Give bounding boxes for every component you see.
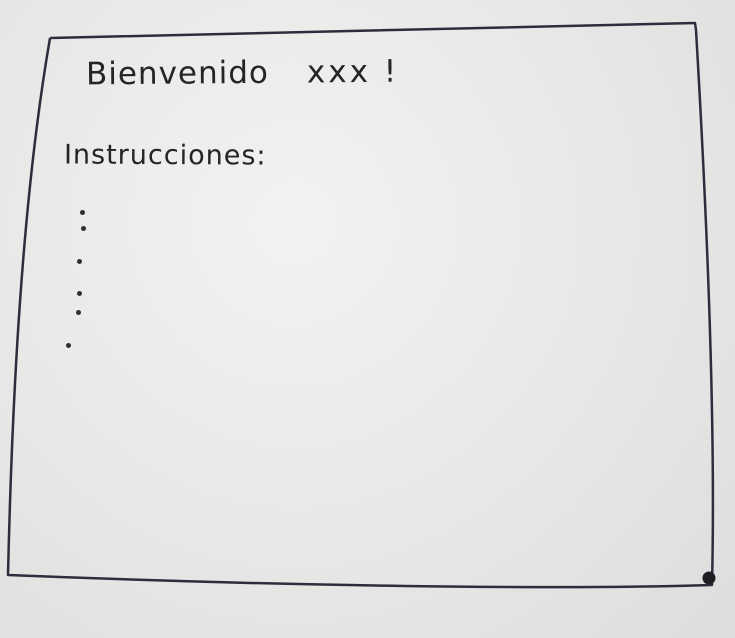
list-item-bullet [76,310,81,315]
instructions-label: Instrucciones: [63,139,267,172]
welcome-text: Bienvenido [85,54,270,93]
welcome-heading: Bienvenido xxx ! [86,54,400,93]
list-item-bullet [66,343,71,348]
list-item-bullet [80,210,85,215]
user-name-placeholder: xxx ! [306,53,400,91]
list-item-bullet [77,291,82,296]
screen-frame [6,21,716,589]
list-item-bullet [81,226,86,231]
list-item-bullet [77,259,82,264]
